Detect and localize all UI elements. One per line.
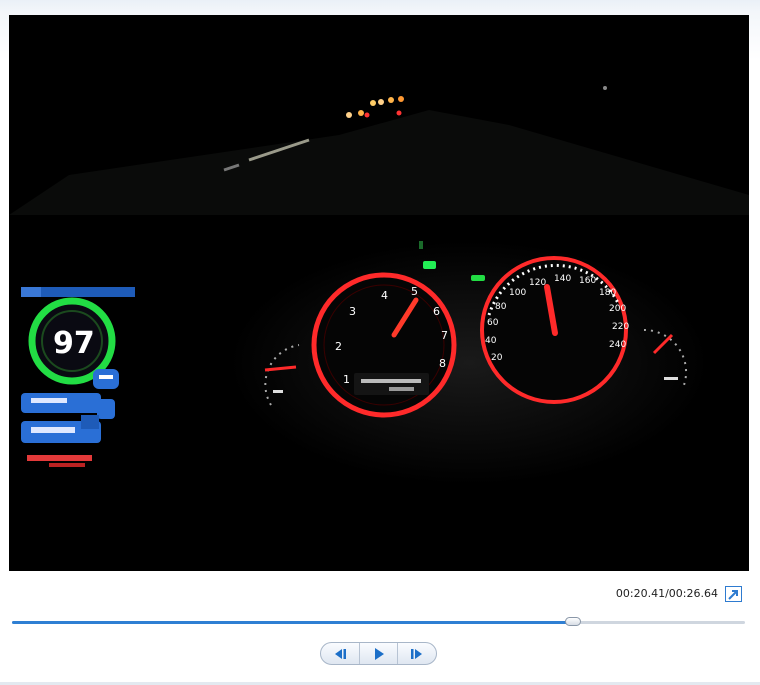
speedo-number: 160	[579, 276, 596, 286]
tach-number: 4	[381, 289, 388, 302]
tach-number: 8	[439, 357, 446, 370]
tachometer: 1 2 3 4 5 6 7 8	[311, 272, 457, 418]
speedo-number: 140	[554, 274, 571, 284]
video-player: 1 2 3 4 5 6 7 8 20 40 60 80 100 120 140 …	[0, 0, 760, 685]
tach-number: 7	[441, 329, 448, 342]
seek-bar-thumb[interactable]	[565, 617, 582, 626]
speedo-number: 80	[495, 302, 507, 312]
video-frame[interactable]: 1 2 3 4 5 6 7 8 20 40 60 80 100 120 140 …	[9, 15, 749, 571]
skip-forward-icon	[411, 648, 423, 659]
speedo-number: 100	[509, 288, 526, 298]
speedo-number: 180	[599, 288, 616, 298]
video-scene: 1 2 3 4 5 6 7 8 20 40 60 80 100 120 140 …	[9, 15, 749, 571]
popout-arrow-icon	[728, 590, 738, 600]
overlay-speed-value: 97	[53, 326, 95, 361]
seek-bar[interactable]	[12, 617, 745, 626]
previous-frame-button[interactable]	[321, 643, 360, 664]
speedo-number: 220	[612, 322, 629, 332]
tach-number: 5	[411, 285, 418, 298]
time-display: 00:20.41/00:26.64	[615, 587, 718, 600]
indicator-light	[471, 275, 485, 281]
speedo-number: 20	[491, 353, 503, 363]
next-frame-button[interactable]	[398, 643, 436, 664]
tach-number: 2	[335, 340, 342, 353]
speedo-number: 240	[609, 340, 626, 350]
play-button[interactable]	[360, 643, 399, 664]
playback-controls	[320, 642, 437, 665]
tach-number: 3	[349, 305, 356, 318]
speedo-number: 40	[485, 336, 497, 346]
speedo-number: 60	[487, 318, 499, 328]
tach-number: 6	[433, 305, 440, 318]
skip-back-icon	[334, 648, 346, 659]
play-icon	[374, 647, 384, 660]
popout-button[interactable]	[725, 586, 742, 602]
indicator-light	[423, 261, 436, 269]
seek-bar-progress	[12, 621, 574, 624]
speedo-number: 120	[529, 278, 546, 288]
speedo-number: 200	[609, 304, 626, 314]
tach-number: 1	[343, 373, 350, 386]
speedometer: 20 40 60 80 100 120 140 160 180 200 220 …	[480, 256, 629, 404]
